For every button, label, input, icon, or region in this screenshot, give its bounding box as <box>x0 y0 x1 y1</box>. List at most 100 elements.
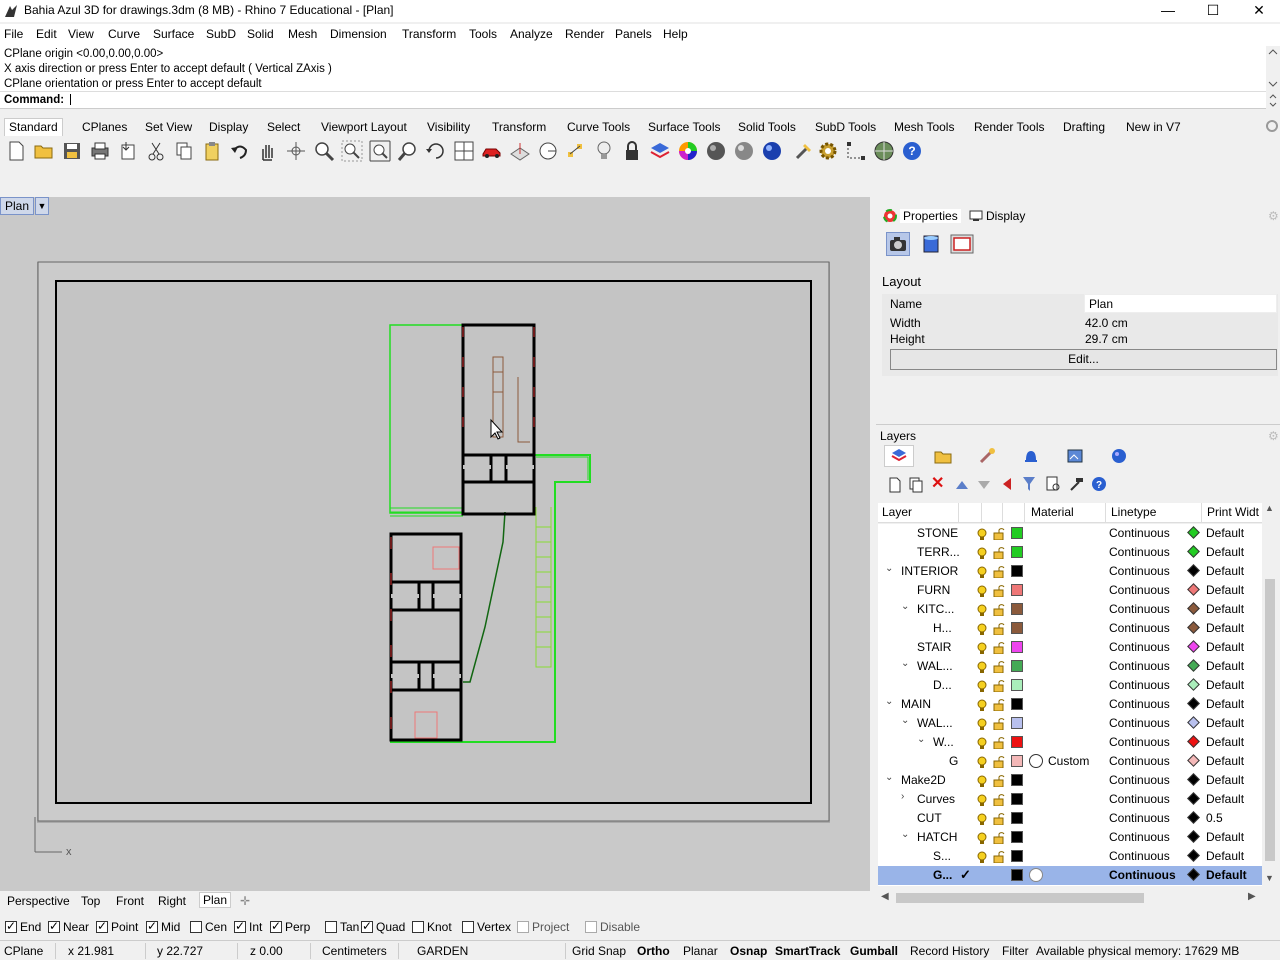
layer-row[interactable]: STAIR Continuous Default <box>878 638 1262 657</box>
pan-icon[interactable] <box>256 140 278 162</box>
osnap-quad[interactable]: Quad <box>361 919 405 934</box>
tab-subd-tools[interactable]: SubD Tools <box>815 120 876 134</box>
layers-list[interactable]: STONE Continuous Default TERR... Continuous D… <box>878 524 1262 886</box>
layer-color-swatch[interactable] <box>1011 831 1023 843</box>
print-color-diamond-icon[interactable] <box>1187 754 1200 767</box>
import-icon[interactable] <box>117 140 139 162</box>
tab-right[interactable]: Right <box>158 894 186 908</box>
layer-linetype[interactable]: Continuous <box>1109 602 1170 616</box>
layer-color-swatch[interactable] <box>1011 736 1023 748</box>
print-color-diamond-icon[interactable] <box>1187 583 1200 596</box>
column-layer[interactable]: Layer <box>882 505 912 519</box>
print-icon[interactable] <box>89 140 111 162</box>
scrollbar-thumb[interactable] <box>1265 579 1275 861</box>
layer-linetype[interactable]: Continuous <box>1109 849 1170 863</box>
layer-print-width[interactable]: Default <box>1206 621 1244 635</box>
layer-row[interactable]: ⌄ MAIN Continuous Default <box>878 695 1262 714</box>
unlock-icon[interactable] <box>993 832 1005 844</box>
lightbulb-icon[interactable] <box>977 661 987 674</box>
layer-name[interactable]: TERR... <box>917 545 960 559</box>
layer-name[interactable]: G <box>949 754 958 768</box>
layer-row[interactable]: ⌄ WAL... Continuous Default <box>878 714 1262 733</box>
menu-tools[interactable]: Tools <box>469 27 497 41</box>
zoom-extents-icon[interactable] <box>369 140 391 162</box>
viewport-canvas[interactable]: x <box>0 197 870 891</box>
expand-toggle-icon[interactable]: ⌄ <box>901 829 909 840</box>
lightbulb-icon[interactable] <box>977 566 987 579</box>
layer-color-swatch[interactable] <box>1011 546 1023 558</box>
new-icon[interactable] <box>5 140 27 162</box>
print-color-diamond-icon[interactable] <box>1187 792 1200 805</box>
checkbox[interactable] <box>517 921 529 933</box>
menu-view[interactable]: View <box>68 27 94 41</box>
layer-row[interactable]: ⌄ Make2D Continuous Default <box>878 771 1262 790</box>
layer-linetype[interactable]: Continuous <box>1109 716 1170 730</box>
layer-name[interactable]: CUT <box>917 811 942 825</box>
layer-name[interactable]: HATCH <box>917 830 957 844</box>
layer-name[interactable]: H... <box>933 621 952 635</box>
unlock-icon[interactable] <box>993 585 1005 597</box>
layer-row[interactable]: ⌄ HATCH Continuous Default <box>878 828 1262 847</box>
record-history-toggle[interactable]: Record History <box>910 944 989 958</box>
tab-visibility[interactable]: Visibility <box>427 120 470 134</box>
layers-horizontal-scrollbar[interactable]: ◀ ▶ <box>878 890 1262 906</box>
maximize-button[interactable]: ☐ <box>1190 0 1236 22</box>
lightbulb-icon[interactable] <box>977 585 987 598</box>
new-layer-icon[interactable] <box>888 477 902 493</box>
expand-toggle-icon[interactable]: ⌄ <box>885 696 893 707</box>
menu-edit[interactable]: Edit <box>36 27 57 41</box>
osnap-cen[interactable]: Cen <box>190 920 227 934</box>
sphere-shaded-icon[interactable] <box>733 140 755 162</box>
layer-color-swatch[interactable] <box>1011 793 1023 805</box>
lightbulb-icon[interactable] <box>977 528 987 541</box>
layer-row[interactable]: ⌄ W... Continuous Default <box>878 733 1262 752</box>
gumball-toggle[interactable]: Gumball <box>850 944 898 958</box>
checkbox[interactable] <box>190 921 202 933</box>
tab-mesh-tools[interactable]: Mesh Tools <box>894 120 954 134</box>
print-color-diamond-icon[interactable] <box>1187 697 1200 710</box>
materials-tab-icon[interactable] <box>978 447 996 465</box>
layer-row[interactable]: ⌄ KITC... Continuous Default <box>878 600 1262 619</box>
lightbulb-icon[interactable] <box>977 604 987 617</box>
menu-subd[interactable]: SubD <box>206 27 236 41</box>
expand-toggle-icon[interactable]: ⌄ <box>917 734 925 745</box>
circle-icon[interactable] <box>537 140 559 162</box>
toolbar-settings-icon[interactable] <box>1265 119 1279 133</box>
lightbulb-icon[interactable] <box>977 623 987 636</box>
layer-print-width[interactable]: Default <box>1206 697 1244 711</box>
lightbulb-icon[interactable] <box>977 718 987 731</box>
layers-vertical-scrollbar[interactable]: ▲ ▼ <box>1262 503 1278 886</box>
print-color-diamond-icon[interactable] <box>1187 735 1200 748</box>
lightbulb-icon[interactable] <box>977 737 987 750</box>
detail-view-border[interactable] <box>55 280 812 804</box>
layer-print-width[interactable]: Default <box>1206 716 1244 730</box>
paste-icon[interactable] <box>201 140 223 162</box>
smarttrack-toggle[interactable]: SmartTrack <box>775 944 840 958</box>
status-current-layer[interactable]: GARDEN <box>417 944 468 958</box>
sphere-blue-icon[interactable] <box>761 140 783 162</box>
layer-name[interactable]: MAIN <box>901 697 931 711</box>
layer-linetype[interactable]: Continuous <box>1109 811 1170 825</box>
expand-toggle-icon[interactable]: ⌄ <box>901 601 909 612</box>
layer-color-swatch[interactable] <box>1011 850 1023 862</box>
viewport-title[interactable]: Plan <box>0 197 35 215</box>
tab-display[interactable]: Display <box>209 120 248 134</box>
unlock-icon[interactable] <box>993 642 1005 654</box>
zoom-icon[interactable] <box>313 140 335 162</box>
print-color-diamond-icon[interactable] <box>1187 773 1200 786</box>
layer-linetype[interactable]: Continuous <box>1109 640 1170 654</box>
layer-print-width[interactable]: 0.5 <box>1206 811 1223 825</box>
layer-print-width[interactable]: Default <box>1206 602 1244 616</box>
tab-cplanes[interactable]: CPlanes <box>82 120 127 134</box>
checkbox[interactable] <box>5 919 17 933</box>
layer-row[interactable]: D... Continuous Default <box>878 676 1262 695</box>
menu-mesh[interactable]: Mesh <box>288 27 317 41</box>
lightbulb-icon[interactable] <box>977 775 987 788</box>
rotate-view-icon[interactable] <box>285 140 307 162</box>
layer-print-width[interactable]: Default <box>1206 526 1244 540</box>
tab-solid-tools[interactable]: Solid Tools <box>738 120 796 134</box>
layer-name[interactable]: Curves <box>917 792 955 806</box>
layer-properties-icon[interactable] <box>1045 476 1061 492</box>
hscroll-thumb[interactable] <box>896 893 1144 903</box>
current-layer-check-icon[interactable]: ✓ <box>960 867 971 883</box>
